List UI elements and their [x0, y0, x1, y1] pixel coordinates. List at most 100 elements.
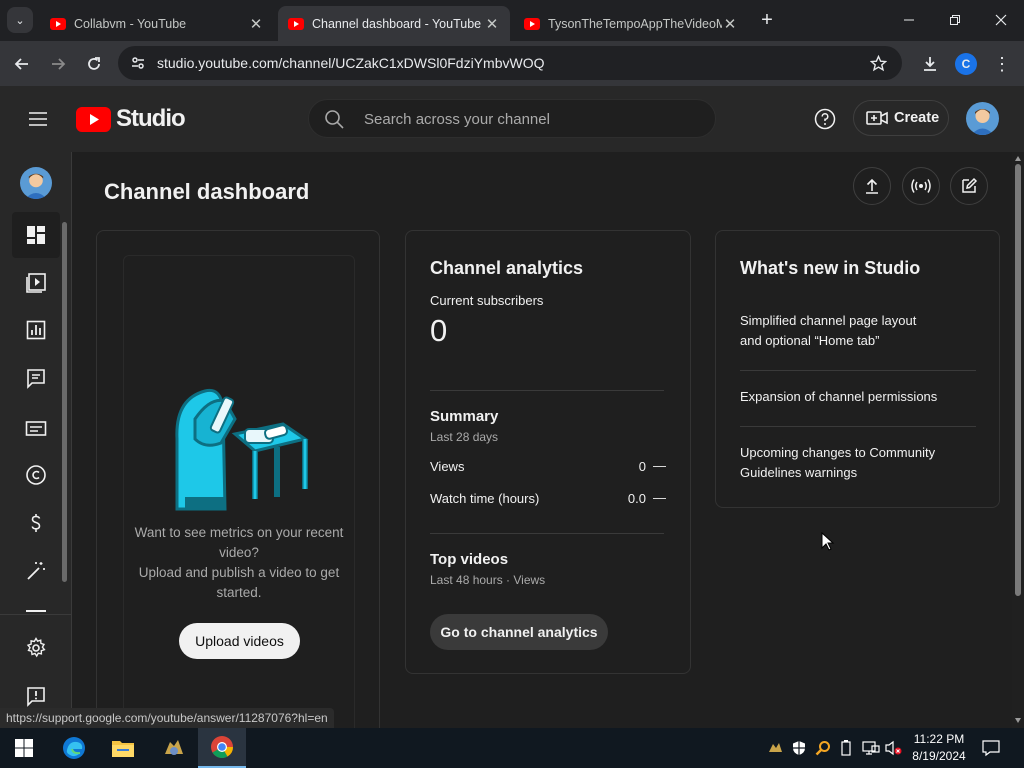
sidebar-scrollbar[interactable]	[62, 222, 67, 582]
new-tab-button[interactable]: +	[754, 7, 780, 33]
tab-tyson[interactable]: TysonTheTempoAppTheVideoMaker ✕	[514, 6, 748, 41]
sidebar-item-earn[interactable]	[12, 500, 60, 546]
clock-time: 11:22 PM	[913, 732, 965, 746]
scroll-down-icon[interactable]	[1015, 718, 1021, 723]
channel-search[interactable]: Search across your channel	[308, 99, 716, 138]
summary-row-value: 0	[638, 459, 646, 474]
hamburger-menu-button[interactable]	[26, 107, 50, 131]
whats-new-divider	[740, 370, 976, 371]
reload-button[interactable]	[81, 51, 107, 77]
youtube-favicon-icon	[50, 17, 66, 30]
live-broadcast-icon	[911, 179, 931, 193]
restore-icon	[950, 15, 960, 25]
sidebar-item-copyright[interactable]	[12, 452, 60, 498]
windows-logo-icon	[15, 739, 33, 757]
search-input[interactable]: Search across your channel	[364, 111, 550, 128]
summary-title: Summary	[430, 408, 499, 425]
summary-row-label: Watch time (hours)	[430, 491, 540, 506]
taskbar-file-explorer[interactable]	[99, 728, 147, 768]
tab-search-button[interactable]: ⌄	[7, 7, 33, 33]
page-scrollbar[interactable]	[1012, 152, 1024, 730]
taskbar-edge[interactable]	[50, 728, 98, 768]
forward-arrow-icon	[52, 58, 66, 70]
upload-icon	[866, 178, 878, 194]
address-bar[interactable]: studio.youtube.com/channel/UCZakC1xDWSl0…	[118, 46, 902, 80]
create-label: Create	[894, 110, 940, 126]
sidebar-item-subtitles[interactable]	[12, 405, 60, 451]
tab-title: Collabvm - YouTube	[74, 16, 187, 31]
sidebar-item-analytics[interactable]	[12, 307, 60, 353]
sidebar-item-comments[interactable]	[12, 355, 60, 401]
youtube-favicon-icon	[524, 17, 540, 30]
tab-channel-dashboard[interactable]: Channel dashboard - YouTube Studio ✕	[278, 6, 510, 41]
upload-videos-button[interactable]: Upload videos	[179, 623, 300, 659]
upload-videos-card: Want to see metrics on your recent video…	[96, 230, 380, 730]
go-to-channel-analytics-button[interactable]: Go to channel analytics	[430, 614, 608, 650]
security-shield-icon[interactable]	[791, 740, 807, 756]
profile-button[interactable]: C	[955, 53, 977, 75]
battery-icon[interactable]	[840, 739, 852, 757]
whats-new-item-text: Expansion of channel permissions	[740, 389, 938, 404]
taskbar-app-pinned[interactable]	[150, 728, 198, 768]
search-tray-icon[interactable]	[815, 740, 831, 756]
close-window-button[interactable]	[978, 0, 1024, 40]
studio-logo[interactable]: Studio	[76, 105, 186, 133]
channel-avatar[interactable]	[20, 167, 52, 199]
help-button[interactable]	[813, 107, 837, 131]
close-tab-icon[interactable]: ✕	[248, 15, 264, 33]
comments-icon	[27, 369, 45, 389]
minimize-button[interactable]	[886, 0, 932, 40]
create-button[interactable]: Create	[853, 100, 949, 136]
whats-new-title: What's new in Studio	[740, 258, 921, 278]
channel-analytics-card: Channel analytics Current subscribers 0 …	[405, 230, 691, 674]
browser-menu-button[interactable]: ⋮	[989, 51, 1015, 77]
downloads-button[interactable]	[917, 51, 943, 77]
site-settings-icon[interactable]	[130, 55, 146, 71]
notifications-icon[interactable]	[982, 739, 1000, 757]
back-button[interactable]	[9, 51, 35, 77]
upload-illustration-icon	[175, 388, 309, 511]
volume-muted-icon[interactable]	[885, 740, 903, 756]
account-avatar[interactable]	[966, 102, 999, 135]
close-tab-icon[interactable]: ✕	[722, 15, 738, 33]
magic-wand-icon	[27, 562, 45, 580]
summary-row-label: Views	[430, 459, 465, 474]
create-post-button[interactable]	[950, 167, 988, 205]
download-icon	[924, 57, 936, 71]
youtube-favicon-icon	[288, 17, 304, 30]
whats-new-card: What's new in Studio Simplified channel …	[715, 230, 1000, 508]
upload-message-line: Want to see metrics on your recent	[134, 525, 344, 540]
tray-app-icon[interactable]	[767, 740, 783, 756]
scrollbar-thumb[interactable]	[1015, 164, 1021, 596]
start-button[interactable]	[0, 728, 48, 768]
sidebar-item-settings[interactable]	[12, 625, 60, 671]
forward-button[interactable]	[45, 51, 71, 77]
scroll-up-icon[interactable]	[1015, 156, 1021, 161]
summary-period: Last 28 days	[430, 430, 499, 444]
upload-video-button[interactable]	[853, 167, 891, 205]
edge-icon	[63, 737, 85, 759]
url-text: studio.youtube.com/channel/UCZakC1xDWSl0…	[157, 55, 545, 71]
close-tab-icon[interactable]: ✕	[484, 15, 500, 33]
gear-icon	[26, 637, 46, 658]
sidebar-item-content[interactable]	[12, 259, 60, 305]
fox-app-icon	[165, 740, 183, 755]
go-live-button[interactable]	[902, 167, 940, 205]
subtitles-icon	[25, 421, 47, 436]
whats-new-item-text: Guidelines warnings	[740, 465, 858, 480]
tab-title: Channel dashboard - YouTube Studio	[312, 16, 484, 31]
sidebar-item-dashboard[interactable]	[12, 212, 60, 258]
taskbar-clock[interactable]: 11:22 PM 8/19/2024	[908, 731, 970, 765]
top-videos-period: Last 48 hours · Views	[430, 573, 546, 587]
summary-row-trend: —	[653, 490, 666, 505]
taskbar-chrome[interactable]	[198, 728, 246, 768]
restore-button[interactable]	[932, 0, 978, 40]
whats-new-item-text: Simplified channel page layout	[740, 313, 917, 328]
feedback-icon	[27, 687, 45, 707]
status-bar-url: https://support.google.com/youtube/answe…	[0, 708, 334, 728]
bookmark-star-icon[interactable]	[870, 55, 887, 72]
sidebar-item-customization[interactable]	[12, 548, 60, 594]
network-icon[interactable]	[862, 740, 880, 756]
minimize-icon	[904, 19, 914, 21]
tab-collabvm[interactable]: Collabvm - YouTube ✕	[40, 6, 274, 41]
